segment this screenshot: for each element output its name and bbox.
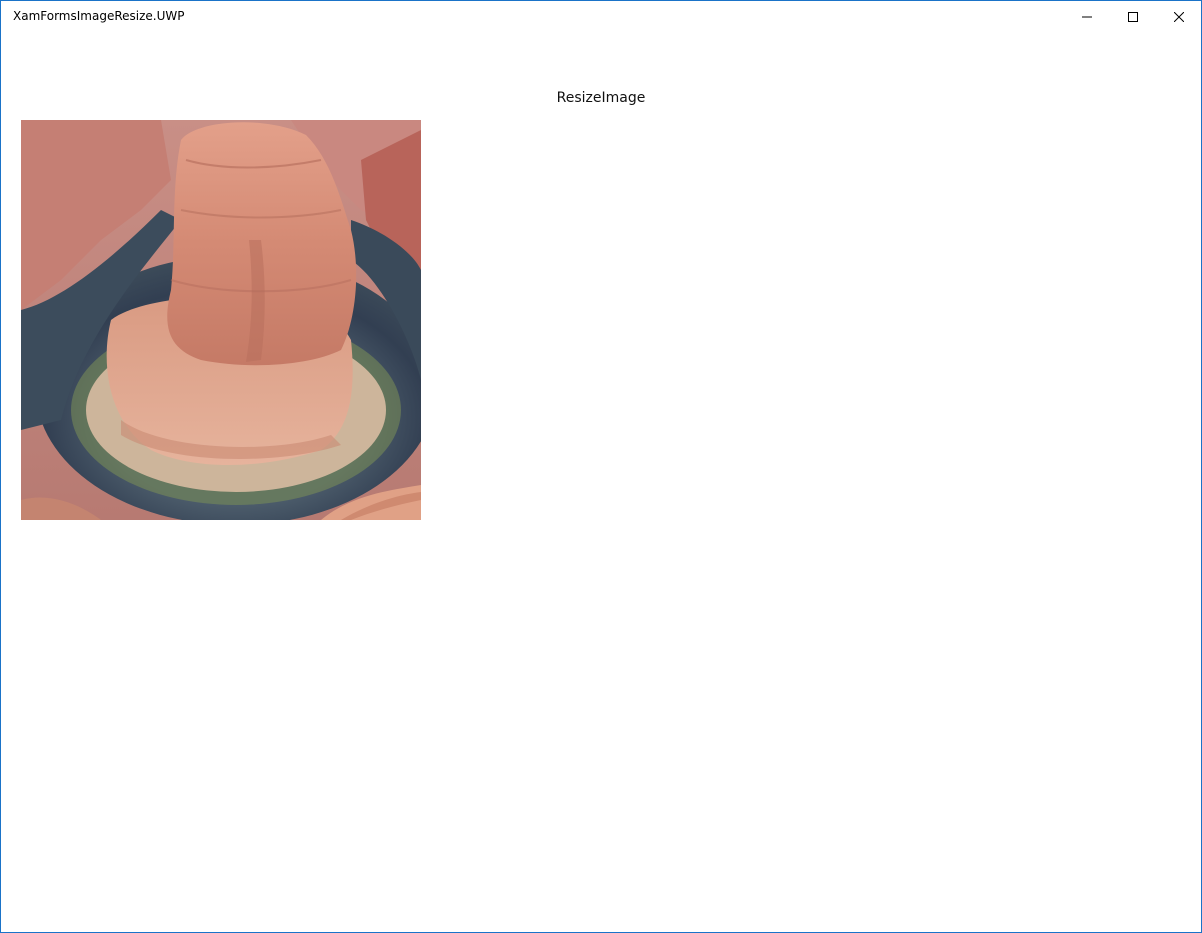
window-title: XamFormsImageResize.UWP [13,9,185,23]
page-content: ResizeImage [1,33,1201,932]
minimize-button[interactable] [1064,1,1110,33]
minimize-icon [1082,16,1092,18]
maximize-button[interactable] [1110,1,1156,33]
close-button[interactable] [1156,1,1202,33]
title-bar[interactable]: XamFormsImageResize.UWP [1,1,1201,33]
page-title: ResizeImage [556,90,646,106]
canyon-photo [21,120,421,520]
close-icon [1174,12,1184,22]
horseshoe-bend-image [21,120,421,520]
maximize-icon [1128,12,1138,22]
app-window: XamFormsImageResize.UWP ResizeImage [0,0,1202,933]
